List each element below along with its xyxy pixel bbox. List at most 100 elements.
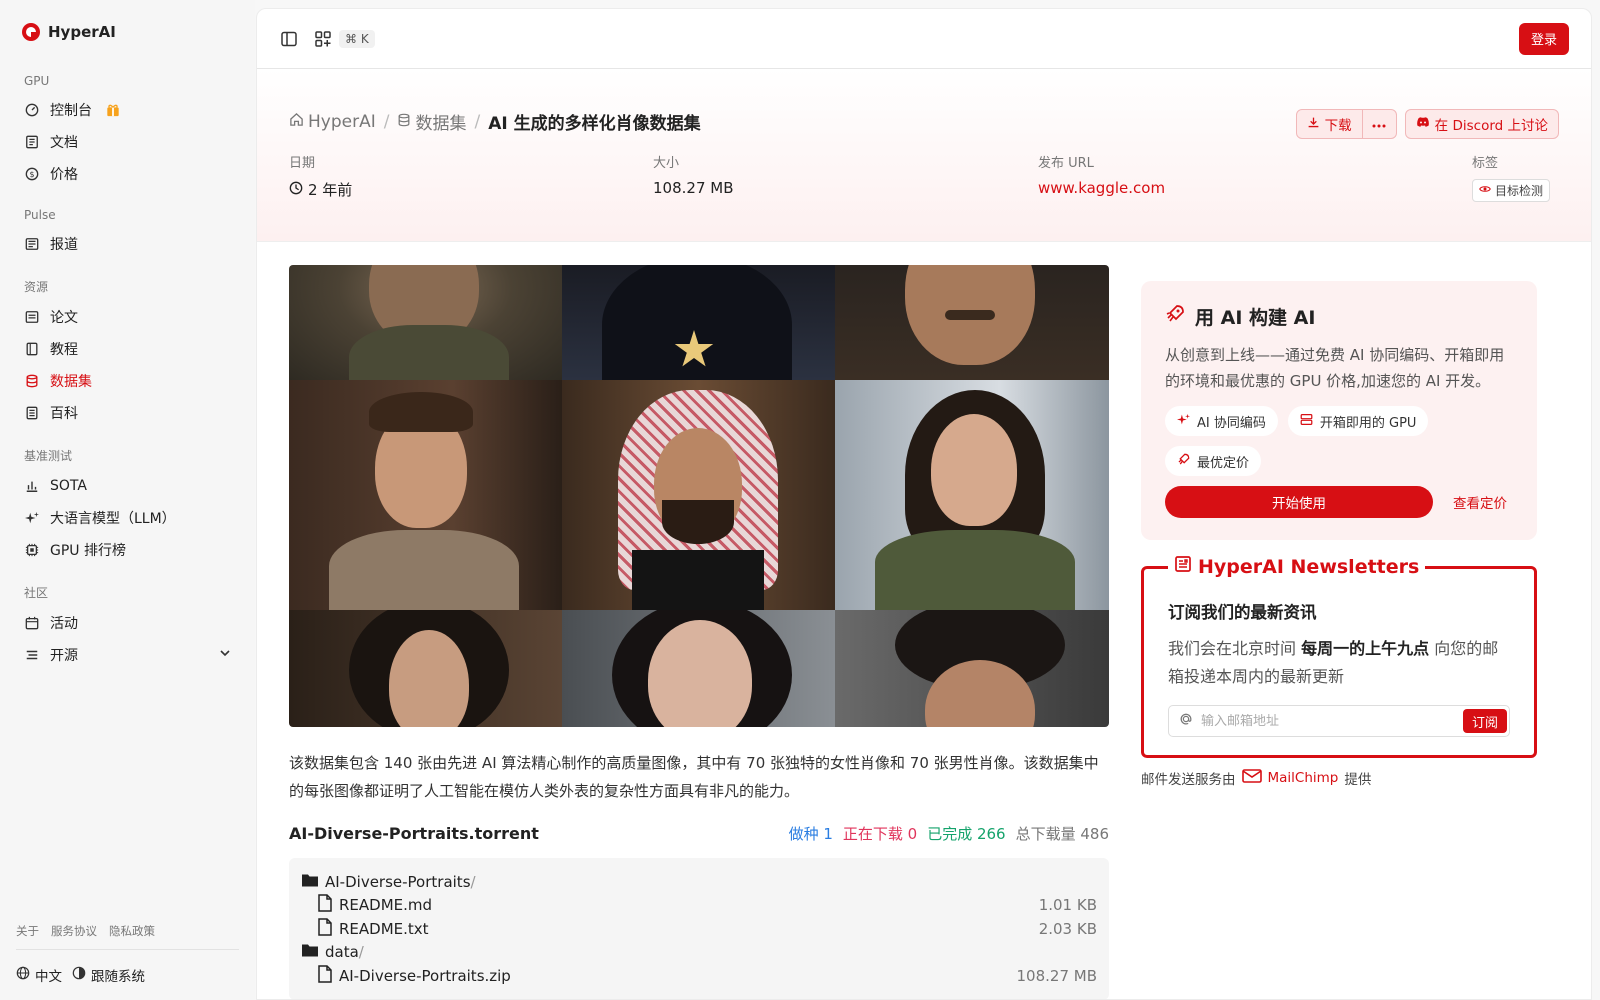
- section-label-pulse: Pulse: [24, 208, 56, 222]
- meta-date-label: 日期: [289, 156, 316, 171]
- calendar-icon: [24, 615, 40, 631]
- downloading-count: 正在下载 0: [842, 825, 918, 843]
- terms-link[interactable]: 服务协议: [51, 923, 97, 939]
- sidebar-item-pricing[interactable]: $ 价格: [16, 158, 239, 190]
- get-started-button[interactable]: 开始使用: [1165, 486, 1433, 518]
- breadcrumb-home[interactable]: HyperAI: [289, 112, 376, 132]
- meta-date-value: 2 年前: [308, 181, 353, 199]
- promo-card: 用 AI 构建 AI 从创意到上线——通过免费 AI 协同编码、开箱即用的环境和…: [1141, 281, 1537, 540]
- brand[interactable]: HyperAI: [16, 0, 239, 64]
- completed-count: 已完成 266: [927, 825, 1006, 843]
- chip-ai-coding: AI 协同编码: [1165, 406, 1278, 436]
- breadcrumb-datasets[interactable]: 数据集: [397, 109, 466, 134]
- sidebar-item-console[interactable]: 控制台: [16, 94, 239, 126]
- file-row[interactable]: AI-Diverse-Portraits.zip 108.27 MB: [301, 964, 1097, 988]
- paper-icon: [24, 309, 40, 325]
- meta-date-value-row: 2 年前: [289, 179, 653, 200]
- meta-date: 日期 2 年前: [289, 152, 653, 202]
- tag-object-detection[interactable]: 目标检测: [1472, 179, 1551, 202]
- at-icon: [1179, 712, 1193, 730]
- more-options-button[interactable]: [1362, 109, 1397, 139]
- wiki-icon: [24, 405, 40, 421]
- meta-url: 发布 URL www.kaggle.com: [1038, 152, 1472, 202]
- newsletter-title: HyperAI Newsletters: [1198, 555, 1420, 578]
- file-row[interactable]: README.md 1.01 KB: [301, 894, 1097, 918]
- database-icon: [397, 112, 411, 132]
- file-row-folder[interactable]: data /: [301, 941, 1097, 965]
- about-link[interactable]: 关于: [16, 923, 39, 939]
- tag-label: 目标检测: [1495, 184, 1544, 198]
- apps-grid-icon[interactable]: [313, 29, 333, 49]
- section-label-benchmarks: 基准测试: [24, 449, 73, 463]
- globe-icon: [16, 966, 30, 984]
- download-icon: [1307, 116, 1320, 133]
- sidebar-item-sota[interactable]: SOTA: [16, 470, 239, 502]
- promo-text: 从创意到上线——通过免费 AI 协同编码、开箱即用的环境和最优惠的 GPU 价格…: [1165, 346, 1505, 390]
- folder-icon: [301, 872, 319, 892]
- promo-title: 用 AI 构建 AI: [1195, 307, 1316, 329]
- torrent-header: AI-Diverse-Portraits.torrent 做种 1 正在下载 0…: [289, 823, 1109, 844]
- newsletter-box: HyperAI Newsletters 订阅我们的最新资讯 我们会在北京时间 每…: [1141, 555, 1537, 758]
- mailchimp-link[interactable]: MailChimp: [1268, 770, 1339, 786]
- dashboard-icon: [24, 102, 40, 118]
- chip-label: AI 协同编码: [1197, 415, 1266, 431]
- sidebar-item-opensource[interactable]: 开源: [16, 639, 239, 671]
- breadcrumb-separator: /: [383, 111, 390, 132]
- sidebar-item-wiki[interactable]: 百科: [16, 397, 239, 429]
- source-url-link[interactable]: www.kaggle.com: [1038, 179, 1472, 197]
- torrent-file-link[interactable]: AI-Diverse-Portraits.torrent: [289, 824, 539, 843]
- newsletter-title-row: HyperAI Newsletters: [1168, 555, 1426, 578]
- login-button[interactable]: 登录: [1518, 22, 1569, 55]
- chip-label: 开箱即用的 GPU: [1319, 415, 1417, 431]
- theme-switcher[interactable]: 跟随系统: [72, 965, 145, 985]
- file-size: 2.03 KB: [1038, 919, 1097, 938]
- sidebar-item-news[interactable]: 报道: [16, 228, 239, 260]
- sidebar-item-label: 文档: [50, 135, 78, 151]
- database-icon: [24, 373, 40, 389]
- discord-icon: [1416, 116, 1430, 132]
- portrait-tile: [289, 265, 562, 380]
- sidebar-item-datasets[interactable]: 数据集: [16, 365, 239, 397]
- sidebar-item-llm[interactable]: 大语言模型（LLM）: [16, 502, 239, 534]
- email-input[interactable]: [1201, 713, 1455, 729]
- privacy-link[interactable]: 隐私政策: [109, 923, 155, 939]
- sidebar-item-tutorials[interactable]: 教程: [16, 333, 239, 365]
- sidebar-toggle-icon[interactable]: [279, 29, 299, 49]
- subscribe-button[interactable]: 订阅: [1462, 709, 1507, 733]
- language-switcher[interactable]: 中文: [16, 965, 62, 985]
- sidebar-item-docs[interactable]: 文档: [16, 126, 239, 158]
- file-row[interactable]: README.txt 2.03 KB: [301, 917, 1097, 941]
- view-pricing-link[interactable]: 查看定价: [1453, 492, 1507, 512]
- discord-button[interactable]: 在 Discord 上讨论: [1404, 109, 1559, 139]
- download-button[interactable]: 下载: [1295, 109, 1363, 139]
- portrait-tile: [835, 265, 1109, 380]
- rocket-icon: [1165, 304, 1185, 329]
- sidebar-item-events[interactable]: 活动: [16, 607, 239, 639]
- sidebar-item-label: 教程: [50, 342, 78, 358]
- total-downloads: 总下载量 486: [1015, 825, 1109, 843]
- command-shortcut[interactable]: ⌘ K: [339, 29, 375, 48]
- dollar-icon: $: [24, 166, 40, 182]
- portrait-tile: [562, 265, 835, 380]
- newsletter-text-pre: 我们会在北京时间: [1168, 639, 1302, 658]
- newsletter-text: 我们会在北京时间 每周一的上午九点 向您的邮箱投递本周内的最新更新: [1168, 635, 1510, 691]
- hyperai-logo-icon: [22, 23, 40, 41]
- portrait-tile: [289, 610, 562, 727]
- clock-icon: [289, 181, 303, 199]
- sidebar-item-papers[interactable]: 论文: [16, 301, 239, 333]
- chevron-down-icon[interactable]: [219, 647, 231, 663]
- dataset-description: 该数据集包含 140 张由先进 AI 算法精心制作的高质量图像，其中有 70 张…: [289, 754, 1099, 800]
- chart-icon: [24, 478, 40, 494]
- eye-tag-icon: [1479, 183, 1491, 198]
- sidebar-item-label: 价格: [50, 167, 78, 183]
- folder-icon: [301, 942, 319, 962]
- newspaper-icon: [1174, 555, 1192, 578]
- side-column: 用 AI 构建 AI 从创意到上线——通过免费 AI 协同编码、开箱即用的环境和…: [1141, 281, 1537, 999]
- file-row-folder[interactable]: AI-Diverse-Portraits /: [301, 870, 1097, 894]
- file-size: 108.27 MB: [1016, 966, 1098, 985]
- language-label: 中文: [35, 969, 62, 985]
- breadcrumb-datasets-label: 数据集: [415, 114, 467, 134]
- svg-text:$: $: [29, 170, 34, 179]
- discord-label: 在 Discord 上讨论: [1434, 118, 1548, 134]
- sidebar-item-gpu-leaderboard[interactable]: GPU 排行榜: [16, 534, 239, 566]
